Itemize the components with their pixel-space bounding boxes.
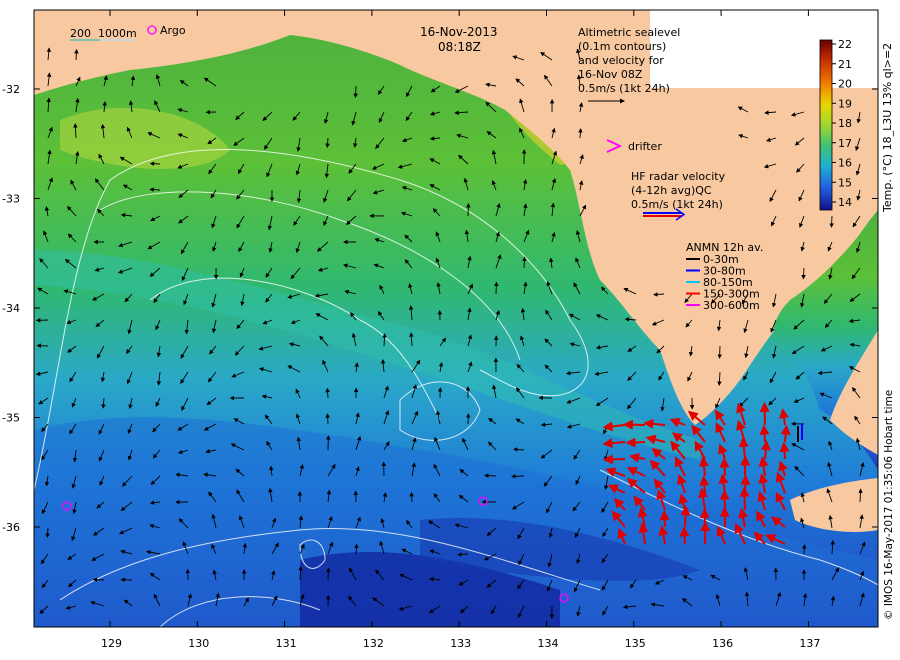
y-tick-label: -34 [2, 302, 20, 315]
radar-arrow [719, 457, 730, 477]
colorbar-label: Temp. (°C) 18_L3U 13% ql>=2 [881, 43, 894, 213]
hf-radar-line-1: HF radar velocity [631, 170, 726, 183]
radar-arrow [739, 486, 750, 511]
x-tick-label: 132 [363, 637, 384, 650]
altimetry-line-3: and velocity for [578, 54, 664, 67]
velocity-arrow [829, 215, 834, 228]
radar-arrow [659, 510, 670, 528]
map-area [34, 10, 878, 627]
altimetry-line-5: 0.5m/s (1kt 24h) [578, 82, 670, 95]
colorbar-tick-label: 22 [838, 38, 852, 51]
velocity-arrow [522, 256, 527, 269]
velocity-arrow [325, 413, 330, 425]
x-tick-label: 137 [799, 637, 820, 650]
hf-radar-line-2: (4-12h avg)QC [631, 184, 712, 197]
velocity-arrow [149, 187, 161, 192]
x-tick-label: 133 [450, 637, 471, 650]
colorbar-tick-label: 19 [838, 97, 852, 110]
colorbar-tick-label: 20 [838, 78, 852, 91]
radar-arrow [780, 424, 791, 443]
y-tick-label: -35 [2, 412, 20, 425]
altimetry-line-2: (0.1m contours) [578, 40, 666, 53]
radar-arrow [699, 475, 710, 494]
radar-arrow [602, 454, 626, 465]
colorbar-tick-label: 15 [838, 176, 852, 189]
scale-label-1000: 1000m [98, 27, 137, 40]
y-tick-label: -33 [2, 193, 20, 206]
x-tick-label: 131 [276, 637, 297, 650]
scale-label-200: 200 [70, 27, 91, 40]
drifter-legend-label: drifter [628, 140, 662, 153]
anmn-legend-label: 300-600m [703, 299, 760, 312]
altimetry-line-4: 16-Nov 08Z [578, 68, 643, 81]
x-tick-label: 135 [625, 637, 646, 650]
radar-arrow [759, 424, 770, 443]
radar-arrow [680, 505, 691, 528]
map-date: 16-Nov-2013 [420, 25, 498, 39]
y-tick-label: -36 [2, 521, 20, 534]
radar-arrow [625, 437, 646, 448]
colorbar-tick-label: 17 [838, 137, 852, 150]
colorbar [819, 39, 833, 211]
colorbar-tick-label: 16 [838, 157, 852, 170]
radar-arrow [679, 526, 690, 545]
colorbar-tick-label: 21 [838, 58, 852, 71]
sst-map: 129 130 131 132 133 134 135 136 137 -32 -33 -34 -35… [2, 9, 895, 650]
colorbar-tick-label: 18 [838, 117, 852, 130]
velocity-arrow [483, 473, 497, 478]
map-time: 08:18Z [438, 40, 481, 54]
x-tick-label: 134 [538, 637, 559, 650]
colorbar-tick-label: 14 [838, 196, 852, 209]
radar-arrow [779, 441, 790, 460]
altimetry-line-1: Altimetric sealevel [578, 26, 680, 39]
credit-text: © IMOS 16-May-2017 01:35:06 Hobart time [883, 390, 895, 620]
x-tick-label: 130 [188, 637, 209, 650]
velocity-arrow [326, 567, 331, 581]
x-tick-label: 136 [712, 637, 733, 650]
x-tick-label: 129 [101, 637, 122, 650]
y-tick-label: -32 [2, 83, 20, 96]
velocity-arrow [74, 48, 79, 61]
argo-legend-label: Argo [160, 24, 186, 37]
radar-arrow [719, 489, 730, 511]
